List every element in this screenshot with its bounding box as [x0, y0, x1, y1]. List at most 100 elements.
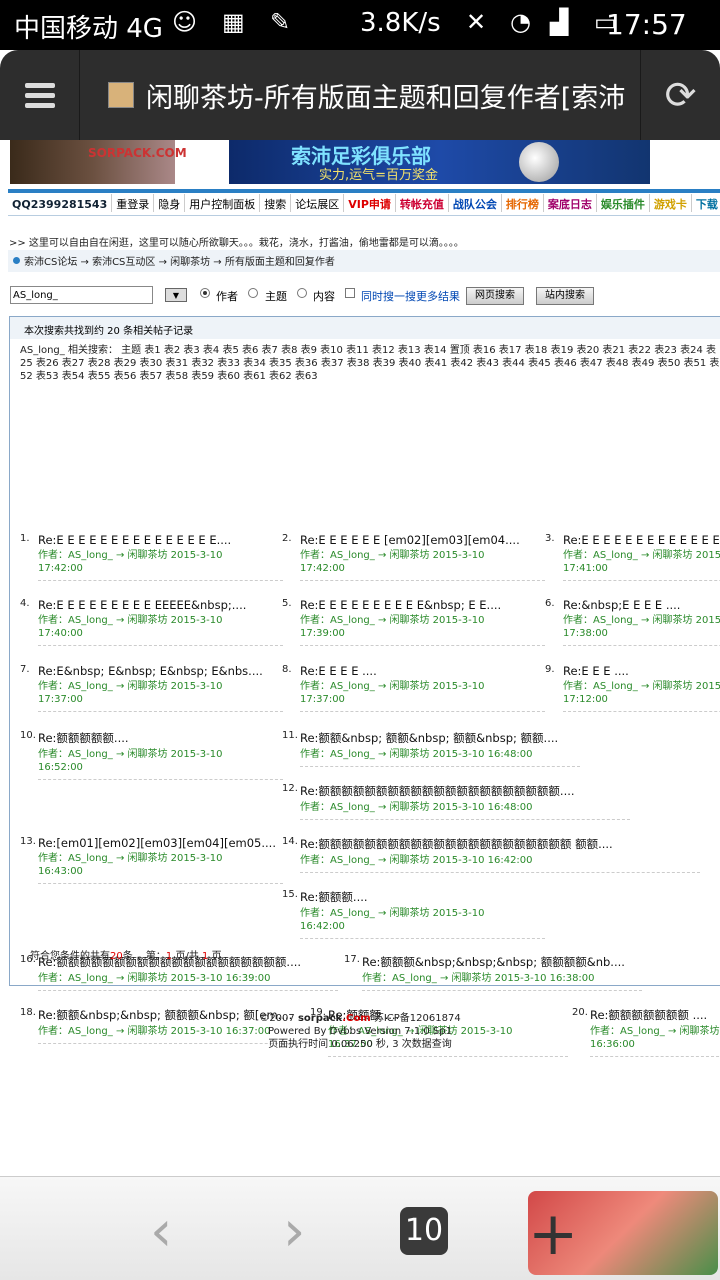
result-item: 5. Re:E E E E E E E E E E&nbsp; E E.... 作者…: [282, 598, 545, 646]
summary-mid2: 页/共: [172, 951, 203, 962]
site-search-button[interactable]: 站内搜索: [536, 287, 594, 305]
page-title[interactable]: 闲聊茶坊-所有版面主题和回复作者[索沛: [146, 76, 632, 116]
nav-item-plugins[interactable]: 娱乐插件: [597, 194, 650, 212]
nav-item-search[interactable]: 搜索: [260, 194, 292, 212]
nav-item-transfer[interactable]: 转帐充值: [396, 194, 449, 212]
menu-icon[interactable]: [0, 50, 80, 140]
nav-item-vip[interactable]: VIP申请: [344, 194, 396, 212]
radio-topic-label: 主题: [265, 290, 287, 303]
summary-count: 20: [110, 951, 123, 962]
result-title-link[interactable]: Re:E E E E E E [em02][em03][em04....: [300, 533, 520, 547]
result-item: 8. Re:E E E E .... 作者：AS_long_ → 闲聊茶坊 2015…: [282, 664, 545, 712]
nav-item-qq[interactable]: QQ2399281543: [8, 194, 113, 212]
more-results-link[interactable]: 同时搜一搜更多结果: [361, 288, 460, 304]
result-title-link[interactable]: Re:额额额额额额额额额额额额额额额额额额额额额....: [300, 783, 575, 799]
search-dropdown-button[interactable]: ▼: [165, 288, 187, 302]
result-divider: [563, 645, 720, 646]
result-title-link[interactable]: Re:E E E E ....: [300, 664, 510, 678]
result-meta[interactable]: 作者：AS_long_ → 闲聊茶坊 2015-3-10 17:42:00: [38, 549, 248, 575]
result-meta[interactable]: 作者：AS_long_ → 闲聊茶坊 2015-3-10 16:42:00: [300, 854, 613, 867]
back-icon[interactable]: ‹: [150, 1199, 172, 1264]
nav-item-hide[interactable]: 隐身: [154, 194, 186, 212]
result-title-link[interactable]: Re:E E E ....: [563, 664, 720, 678]
result-number: 3.: [545, 533, 555, 544]
result-title-link[interactable]: Re:&nbsp;E E E E ....: [563, 598, 720, 612]
result-meta[interactable]: 作者：AS_long_ → 闲聊茶坊 2015-3-10 17:12:00: [563, 680, 720, 706]
banner-left-text: SORPACK.COM: [88, 146, 187, 160]
footer-site[interactable]: sorpack: [298, 1013, 342, 1024]
result-number: 1.: [20, 533, 30, 544]
result-divider: [38, 990, 338, 991]
signal-icon: ▟: [550, 8, 569, 36]
more-results-checkbox[interactable]: [345, 288, 355, 298]
result-meta[interactable]: 作者：AS_long_ → 闲聊茶坊 2015-3-10 17:39:00: [300, 614, 510, 640]
search-row: ▼ 作者 主题 内容 同时搜一搜更多结果 网页搜索 站内搜索: [8, 286, 720, 306]
result-divider: [38, 883, 283, 884]
result-meta[interactable]: 作者：AS_long_ → 闲聊茶坊 2015-3-10 17:41:00: [563, 549, 720, 575]
result-title-link[interactable]: Re:E&nbsp; E&nbsp; E&nbsp; E&nbs....: [38, 664, 263, 678]
result-meta[interactable]: 作者：AS_long_ → 闲聊茶坊 2015-3-10 17:37:00: [300, 680, 510, 706]
apps-icon: ▦: [222, 8, 245, 36]
result-meta[interactable]: 作者：AS_long_ → 闲聊茶坊 2015-3-10 16:39:00: [38, 972, 301, 985]
nav-item-showcase[interactable]: 论坛展区: [291, 194, 345, 212]
result-title-link[interactable]: Re:额额额额额额额额额额额额额额额额额额额额额额 额额....: [300, 836, 613, 852]
result-number: 7.: [20, 664, 30, 675]
result-divider: [300, 766, 580, 767]
result-meta[interactable]: 作者：AS_long_ → 闲聊茶坊 2015-3-10 16:48:00: [300, 801, 575, 814]
nav-item-download[interactable]: 下载: [692, 194, 720, 212]
result-divider: [362, 990, 642, 991]
refresh-icon[interactable]: ⟳: [640, 50, 720, 140]
result-title-link[interactable]: Re:E E E E E E E E E EEEEE&nbsp;....: [38, 598, 248, 612]
result-number: 17.: [344, 954, 360, 965]
banner-ad-left[interactable]: SORPACK.COM: [10, 140, 187, 184]
web-search-button[interactable]: 网页搜索: [466, 287, 524, 305]
result-meta[interactable]: 作者：AS_long_ → 闲聊茶坊 2015-3-10 16:42:00: [300, 907, 510, 933]
result-meta[interactable]: 作者：AS_long_ → 闲聊茶坊 2015-3-10 16:43:00: [38, 852, 248, 878]
nav-divider: [8, 189, 720, 193]
nav-item-ranking[interactable]: 排行榜: [502, 194, 544, 212]
result-title-link[interactable]: Re:额额额额额....: [38, 730, 248, 746]
radio-topic[interactable]: [248, 288, 258, 298]
result-title-link[interactable]: Re:E E E E E E E E E E E E E E E....: [38, 533, 248, 547]
nav-item-relogin[interactable]: 重登录: [112, 194, 155, 212]
tab-count-button[interactable]: 10: [400, 1207, 448, 1255]
breadcrumb[interactable]: 索沛CS论坛 → 索沛CS互动区 → 闲聊茶坊 → 所有版面主题和回复作者: [8, 250, 720, 272]
nav-item-game-card[interactable]: 游戏卡: [650, 194, 692, 212]
result-meta[interactable]: 作者：AS_long_ → 闲聊茶坊 2015-3-10 17:38:00: [563, 614, 720, 640]
result-item: 3. Re:E E E E E E E E E E E E E E E 作者：AS_…: [545, 533, 720, 581]
nav-item-guild[interactable]: 战队公会: [449, 194, 502, 212]
status-bar: 中国移动 4G ☺ ▦ ✎ 3.8K/s ✕ ◔ ▟ ▭ 17:57: [0, 0, 720, 50]
result-title-link[interactable]: Re:E E E E E E E E E E E E E E E: [563, 533, 720, 547]
forum-notice: >> 这里可以自由自在闲逛，这里可以随心所欲聊天。。。栽花，浇水，打酱油，偷地雷…: [9, 238, 464, 249]
result-meta[interactable]: 作者：AS_long_ → 闲聊茶坊 2015-3-10 17:37:00: [38, 680, 248, 706]
related-search-list[interactable]: AS_long_ 相关搜索： 主题 表1 表2 表3 表4 表5 表6 表7 表…: [20, 344, 720, 383]
nav-item-control-panel[interactable]: 用户控制面板: [185, 194, 261, 212]
result-number: 2.: [282, 533, 292, 544]
result-meta[interactable]: 作者：AS_long_ → 闲聊茶坊 2015-3-10 16:52:00: [38, 748, 248, 774]
footer-exec-time: 页面执行时间 0.06250 秒, 3 次数据查询: [268, 1039, 452, 1050]
radio-author[interactable]: [200, 288, 210, 298]
summary-prefix: 符合您条件的共有: [30, 951, 110, 962]
radio-content[interactable]: [297, 288, 307, 298]
result-meta[interactable]: 作者：AS_long_ → 闲聊茶坊 2015-3-10 16:38:00: [362, 972, 625, 985]
forward-icon[interactable]: ›: [283, 1199, 305, 1264]
result-title-link[interactable]: Re:[em01][em02][em03][em04][em05....: [38, 836, 276, 850]
result-title-link[interactable]: Re:额额&nbsp; 额额&nbsp; 额额&nbsp; 额额....: [300, 730, 558, 746]
search-input[interactable]: [10, 286, 153, 304]
summary-suffix: 页: [208, 951, 222, 962]
result-title-link[interactable]: Re:额额额&nbsp;&nbsp;&nbsp; 额额额额&nb....: [362, 954, 625, 970]
banner-ad-right[interactable]: 索沛足彩俱乐部 实力,运气=百万奖金: [229, 140, 650, 184]
result-divider: [300, 872, 700, 873]
result-title-link[interactable]: Re:E E E E E E E E E E&nbsp; E E....: [300, 598, 510, 612]
carrier-label: 中国移动 4G: [14, 14, 163, 44]
result-meta[interactable]: 作者：AS_long_ → 闲聊茶坊 2015-3-10 16:48:00: [300, 748, 558, 761]
nav-item-log[interactable]: 案底日志: [544, 194, 597, 212]
result-title-link[interactable]: Re:额额额....: [300, 889, 510, 905]
result-divider: [38, 645, 283, 646]
new-tab-icon[interactable]: +: [528, 1199, 578, 1269]
footer-com[interactable]: .Com: [342, 1013, 370, 1024]
results-header: 本次搜索共找到约 20 条相关帖子记录: [10, 317, 720, 339]
result-divider: [563, 711, 720, 712]
result-meta[interactable]: 作者：AS_long_ → 闲聊茶坊 2015-3-10 17:42:00: [300, 549, 510, 575]
result-meta[interactable]: 作者：AS_long_ → 闲聊茶坊 2015-3-10 17:40:00: [38, 614, 248, 640]
